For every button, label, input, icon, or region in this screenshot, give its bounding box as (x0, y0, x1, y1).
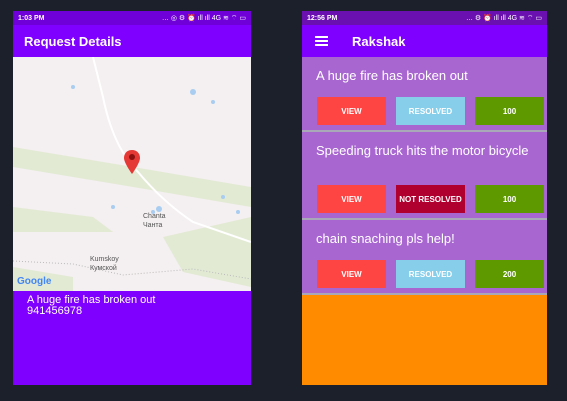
status-bar: 1:03 PM … ◎ ⚙ ⏰ ıll ıll 4G ≋ ⌔ ▭ (13, 11, 251, 25)
google-logo: Google (17, 276, 52, 287)
request-card: chain snaching pls help! VIEW RESOLVED 2… (302, 220, 547, 295)
map-graphic (13, 57, 251, 291)
request-phone: 941456978 (27, 305, 83, 317)
request-details: A huge fire has broken out 941456978 (13, 295, 251, 317)
status-button[interactable]: RESOLVED (396, 97, 465, 125)
card-title: Speeding truck hits the motor bicycle (316, 143, 529, 158)
card-title: A huge fire has broken out (316, 68, 468, 83)
status-time: 1:03 PM (18, 14, 45, 22)
count-button[interactable]: 200 (475, 260, 544, 288)
view-button[interactable]: VIEW (317, 185, 386, 213)
card-title: chain snaching pls help! (316, 231, 455, 246)
status-time: 12:56 PM (307, 14, 338, 22)
status-icons: … ◎ ⚙ ⏰ ıll ıll 4G ≋ ⌔ ▭ (161, 14, 246, 22)
location-pin-icon[interactable] (124, 150, 140, 174)
view-button[interactable]: VIEW (317, 97, 386, 125)
request-details-screen: 1:03 PM … ◎ ⚙ ⏰ ıll ıll 4G ≋ ⌔ ▭ Request… (13, 11, 251, 385)
status-button[interactable]: RESOLVED (396, 260, 465, 288)
page-title: Request Details (24, 33, 122, 49)
request-card: A huge fire has broken out VIEW RESOLVED… (302, 57, 547, 132)
request-card: Speeding truck hits the motor bicycle VI… (302, 132, 547, 220)
app-bar: Request Details (13, 25, 251, 57)
map-label-chanta: Chanta Чанта (143, 213, 166, 229)
status-button[interactable]: NOT RESOLVED (396, 185, 465, 213)
view-button[interactable]: VIEW (317, 260, 386, 288)
status-icons: … ⚙ ⏰ ıll ıll 4G ≋ ⌔ ▭ (465, 14, 542, 22)
count-button[interactable]: 100 (475, 97, 544, 125)
app-bar: Rakshak (302, 25, 547, 57)
count-button[interactable]: 100 (475, 185, 544, 213)
map-label-kumskoy: Kumskoy Кумской (90, 256, 119, 272)
app-title: Rakshak (352, 33, 406, 49)
hamburger-menu-icon[interactable] (315, 34, 328, 48)
status-bar: 12:56 PM … ⚙ ⏰ ıll ıll 4G ≋ ⌔ ▭ (302, 11, 547, 25)
rakshak-screen: 12:56 PM … ⚙ ⏰ ıll ıll 4G ≋ ⌔ ▭ Rakshak … (302, 11, 547, 385)
map-view[interactable]: Chanta Чанта Kumskoy Кумской Google (13, 57, 251, 291)
